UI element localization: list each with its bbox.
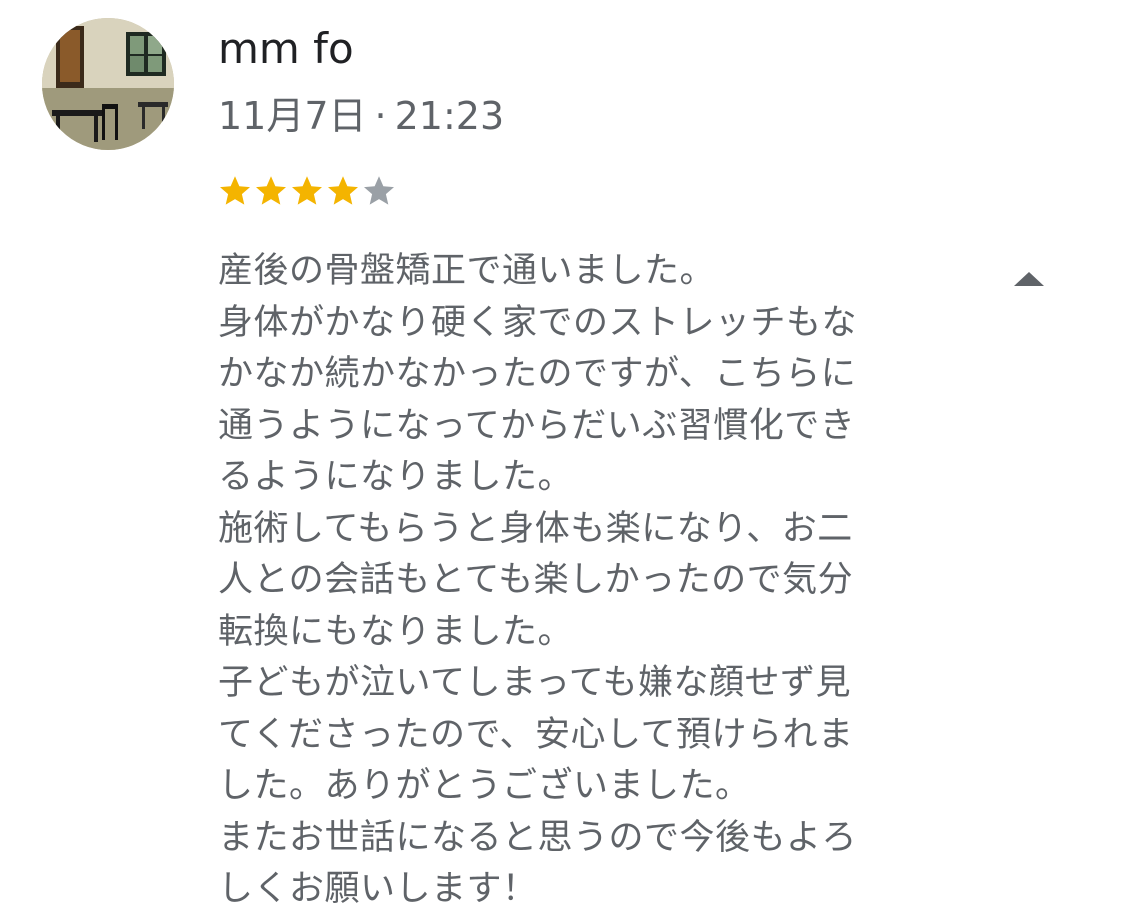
star-rating (217, 168, 397, 214)
review-date: 11月7日 (218, 94, 367, 138)
star-filled-icon (220, 176, 250, 205)
star-filled-icon (328, 176, 358, 205)
review-text-line: 通うようになってからだいぶ習慣化でき (218, 405, 856, 446)
review-text-line: 子どもが泣いてしまっても嫌な顔せず見 (218, 663, 852, 703)
review-text-line: しくお願いします！ (218, 869, 538, 909)
avatar-photo (42, 18, 174, 150)
review-time: 21:23 (394, 94, 505, 138)
triangle-up-icon (1014, 272, 1044, 286)
review-text-line: てくださったので、安心して預けられま (218, 714, 854, 755)
review-text-line: した。ありがとうございました。 (218, 766, 751, 806)
review-text-line: かなか続かなかったのですが、こちらに (218, 354, 857, 394)
star-filled-icon (292, 176, 322, 205)
star-filled-icon (256, 176, 286, 205)
review-text-line: 身体がかなり硬く家でのストレッチもな (218, 302, 858, 343)
reviewer-name[interactable]: mm fo (218, 22, 354, 76)
review-text-line: 転換にもなりました。 (218, 611, 574, 652)
star-empty-icon (364, 176, 394, 205)
review-text-line: 施術してもらうと身体も楽になり、お二 (218, 508, 853, 549)
review-text: 産後の骨盤矯正で通いました。 身体がかなり硬く家でのストレッチもな かなか続かな… (218, 246, 938, 916)
review-text-line: るようになりました。 (218, 457, 574, 497)
review-text-line: またお世話になると思うので今後もよろ (218, 817, 858, 858)
review-text-line: 産後の骨盤矯正で通いました。 (218, 251, 716, 291)
review-card: mm fo 11月7日 · 21:23 産後の骨盤矯正で通いました。 身体がかなり硬… (0, 0, 1125, 914)
review-timestamp: 11月7日 · 21:23 (218, 92, 504, 140)
review-text-line: 人との会話もとても楽しかったので気分 (218, 560, 854, 600)
collapse-review-button[interactable] (1008, 266, 1050, 292)
timestamp-separator: · (374, 94, 387, 138)
avatar[interactable] (42, 18, 174, 150)
